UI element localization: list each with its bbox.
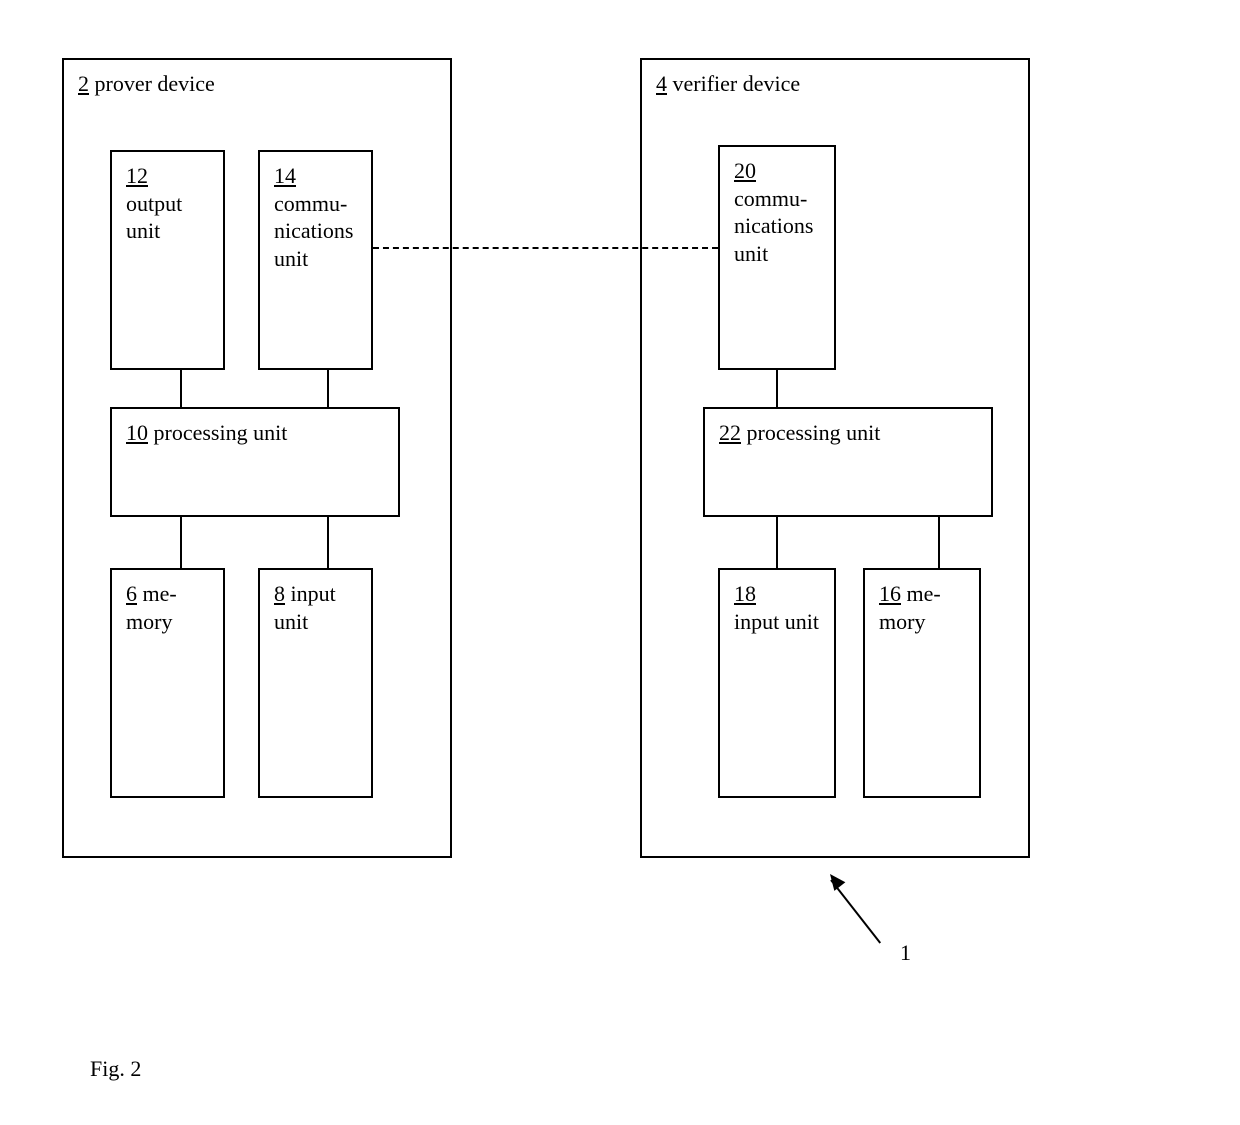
prover-processing-label: 10 processing unit	[126, 419, 384, 447]
comm-link-dashed	[373, 247, 718, 249]
connector	[180, 517, 182, 568]
system-ref-label: 1	[900, 940, 911, 966]
prover-comm-unit-name: commu­nica­tions unit	[274, 191, 353, 271]
connector	[776, 370, 778, 407]
prover-memory-label: 6 me­mory	[126, 580, 209, 635]
prover-memory-box: 6 me­mory	[110, 568, 225, 798]
verifier-comm-unit-box: 20 commu­nica­tions unit	[718, 145, 836, 370]
prover-output-unit-label: 12 output unit	[126, 162, 209, 245]
verifier-processing-label: 22 processing unit	[719, 419, 977, 447]
connector	[776, 517, 778, 568]
figure-caption: Fig. 2	[90, 1056, 141, 1082]
verifier-processing-name: processing unit	[747, 420, 881, 445]
connector	[327, 370, 329, 407]
prover-output-unit-box: 12 output unit	[110, 150, 225, 370]
verifier-memory-ref: 16	[879, 581, 901, 606]
prover-input-unit-ref: 8	[274, 581, 285, 606]
arrow-line	[830, 879, 881, 943]
prover-processing-ref: 10	[126, 420, 148, 445]
verifier-comm-unit-label: 20 commu­nica­tions unit	[734, 157, 820, 267]
prover-processing-box: 10 processing unit	[110, 407, 400, 517]
verifier-device-label: 4 verifier device	[656, 70, 1014, 98]
prover-output-unit-name: output unit	[126, 191, 182, 244]
verifier-memory-box: 16 me­mory	[863, 568, 981, 798]
prover-input-unit-box: 8 input unit	[258, 568, 373, 798]
verifier-comm-unit-ref: 20	[734, 158, 756, 183]
prover-output-unit-ref: 12	[126, 163, 148, 188]
verifier-input-unit-box: 18 input unit	[718, 568, 836, 798]
verifier-processing-box: 22 processing unit	[703, 407, 993, 517]
verifier-comm-unit-name: commu­nica­tions unit	[734, 186, 813, 266]
prover-memory-ref: 6	[126, 581, 137, 606]
prover-device-label: 2 prover device	[78, 70, 436, 98]
verifier-ref: 4	[656, 71, 667, 96]
prover-input-unit-label: 8 input unit	[274, 580, 357, 635]
prover-processing-name: processing unit	[154, 420, 288, 445]
verifier-memory-label: 16 me­mory	[879, 580, 965, 635]
prover-name: prover device	[95, 71, 215, 96]
prover-comm-unit-label: 14 commu­nica­tions unit	[274, 162, 357, 272]
connector	[938, 517, 940, 568]
verifier-input-unit-name: input unit	[734, 609, 819, 634]
connector	[327, 517, 329, 568]
verifier-input-unit-ref: 18	[734, 581, 756, 606]
prover-comm-unit-box: 14 commu­nica­tions unit	[258, 150, 373, 370]
connector	[180, 370, 182, 407]
verifier-input-unit-label: 18 input unit	[734, 580, 820, 635]
prover-comm-unit-ref: 14	[274, 163, 296, 188]
diagram-canvas: 2 prover device 12 output unit 14 commu­…	[0, 0, 1240, 1125]
verifier-processing-ref: 22	[719, 420, 741, 445]
verifier-name: verifier device	[673, 71, 801, 96]
prover-ref: 2	[78, 71, 89, 96]
